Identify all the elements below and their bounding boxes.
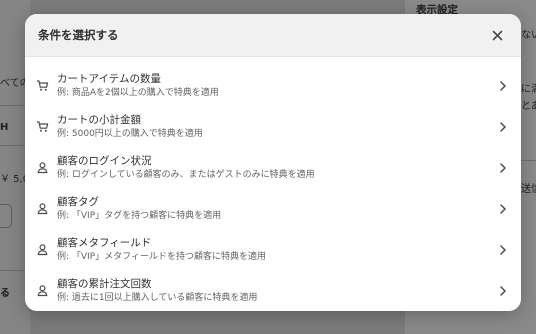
cart-icon (35, 79, 49, 93)
bg-text-fragment: に満 (521, 84, 536, 95)
close-icon (492, 30, 502, 40)
item-description: 例: 5000円以上の購入で特典を適用 (57, 128, 203, 139)
item-description: 例: 「VIP」メタフィールドを持つ顧客に特典を適用 (57, 251, 266, 262)
chevron-right-icon (497, 244, 509, 256)
person-icon (35, 161, 49, 175)
chevron-right-icon (497, 285, 509, 297)
condition-item-cart-quantity[interactable]: カートアイテムの数量 例: 商品Aを2個以上の購入で特典を適用 (25, 65, 521, 106)
item-title: 顧客の累計注文回数 (57, 277, 152, 290)
chevron-right-icon (497, 162, 509, 174)
condition-item-login-status[interactable]: 顧客のログイン状況 例: ログインしている顧客のみ、またはゲストのみに特典を適用 (25, 147, 521, 188)
bg-text-fragment: とあ (521, 101, 536, 112)
dialog-header: 条件を選択する (25, 14, 521, 57)
dialog-title: 条件を選択する (38, 28, 119, 42)
cart-icon (35, 120, 49, 134)
condition-item-cart-subtotal[interactable]: カートの小計金額 例: 5000円以上の購入で特典を適用 (25, 106, 521, 147)
bg-text-fragment: る (0, 288, 10, 299)
chevron-right-icon (497, 203, 509, 215)
item-title: 顧客のログイン状況 (57, 154, 152, 167)
bg-text-fragment: ない (521, 30, 536, 41)
person-icon (35, 202, 49, 216)
bg-text-fragment: 送信 (521, 184, 536, 195)
close-button[interactable] (487, 25, 507, 45)
bg-button (0, 204, 12, 228)
condition-item-order-count[interactable]: 顧客の累計注文回数 例: 過去に1回以上購入している顧客に特典を適用 (25, 270, 521, 311)
item-title: 顧客メタフィールド (57, 236, 152, 249)
condition-item-customer-metafield[interactable]: 顧客メタフィールド 例: 「VIP」メタフィールドを持つ顧客に特典を適用 (25, 229, 521, 270)
condition-item-customer-tag[interactable]: 顧客タグ 例: 「VIP」タグを持つ顧客に特典を適用 (25, 188, 521, 229)
person-icon (35, 284, 49, 298)
chevron-right-icon (497, 80, 509, 92)
person-icon (35, 243, 49, 257)
chevron-right-icon (497, 121, 509, 133)
condition-list: カートアイテムの数量 例: 商品Aを2個以上の購入で特典を適用 カートの小計金額… (25, 57, 521, 311)
item-title: 顧客タグ (57, 195, 99, 208)
item-title: カートの小計金額 (57, 113, 141, 126)
item-description: 例: ログインしている顧客のみ、またはゲストのみに特典を適用 (57, 169, 315, 180)
item-description: 例: 「VIP」タグを持つ顧客に特典を適用 (57, 210, 222, 221)
select-condition-dialog: 条件を選択する カートアイテムの数量 例: 商品Aを2個以上の購入で特典を適用 … (25, 14, 521, 311)
item-title: カートアイテムの数量 (57, 72, 161, 85)
bg-text-fragment: H (0, 122, 9, 133)
item-description: 例: 商品Aを2個以上の購入で特典を適用 (57, 87, 219, 98)
item-description: 例: 過去に1回以上購入している顧客に特典を適用 (57, 292, 258, 303)
